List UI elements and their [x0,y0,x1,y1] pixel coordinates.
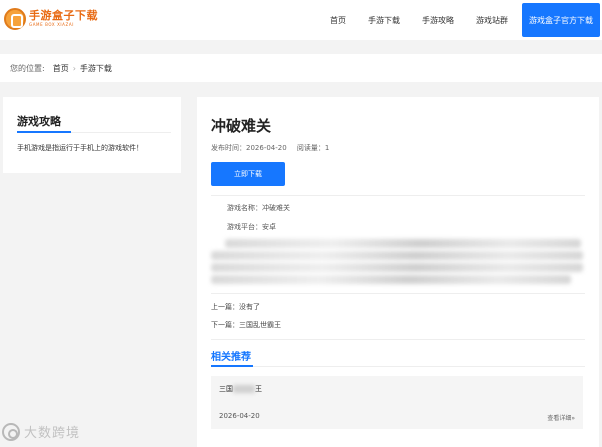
sidebar-title: 游戏攻略 [17,115,61,128]
publish-time: 发布时间：2026-04-20 [211,144,287,152]
download-now-button[interactable]: 立即下载 [211,162,285,186]
related-divider [211,366,585,367]
sidebar-description: 手机游戏是指运行于手机上的游戏软件！ [17,144,143,152]
logo-subtitle: GAME BOX XIAZAI [29,22,74,27]
related-title: 相关推荐 [211,352,251,363]
sidebar-title-underline [17,131,71,133]
breadcrumb-prefix: 您的位置: [10,63,45,73]
breadcrumb: 您的位置: 首页 › 手游下载 [0,54,602,82]
site-logo[interactable]: 手游盒子下载 GAME BOX XIAZAI [4,8,98,30]
watermark-logo-icon [2,422,20,441]
breadcrumb-current[interactable]: 手游下载 [80,63,112,74]
nav-home[interactable]: 首页 [330,15,346,26]
sidebar-guides: 游戏攻略 手机游戏是指运行于手机上的游戏软件！ [3,97,181,173]
official-download-button[interactable]: 游戏盒子官方下载 [522,3,600,37]
watermark-text: 大数跨境 [24,426,81,441]
content-divider [211,195,585,196]
watermark: 大数跨境 [2,422,80,441]
nav-game-guides[interactable]: 手游攻略 [422,15,454,26]
game-platform: 游戏平台：安卓 [227,223,276,231]
breadcrumb-separator-icon: › [72,63,76,73]
related-title-underline [211,365,253,367]
article-panel: 冲破难关 发布时间：2026-04-20 阅读量：1 立即下载 游戏名称：冲破难… [197,97,599,447]
nav-game-download[interactable]: 手游下载 [368,15,400,26]
related-card-title[interactable]: 三国王 [219,384,262,394]
next-article-link[interactable]: 下一篇：三国乱世霸王 [211,320,281,330]
breadcrumb-home[interactable]: 首页 [53,63,69,74]
blurred-description [211,237,585,287]
content-divider [211,339,585,340]
game-name: 游戏名称：冲破难关 [227,204,290,212]
main-nav: 首页 手游下载 手游攻略 游戏站群 游戏盒子官方下载 [330,0,602,40]
content-divider [211,293,585,294]
related-card-date: 2026-04-20 [219,412,260,420]
related-card[interactable]: 三国王 2026-04-20 查看详细» [211,376,583,429]
related-card-more-link[interactable]: 查看详细» [547,413,575,422]
article-title: 冲破难关 [211,117,272,135]
prev-article-link[interactable]: 上一篇：没有了 [211,302,260,312]
article-meta: 发布时间：2026-04-20 阅读量：1 [211,143,337,153]
logo-title: 手游盒子下载 [29,9,98,22]
nav-game-sites[interactable]: 游戏站群 [476,15,508,26]
site-header: 手游盒子下载 GAME BOX XIAZAI 首页 手游下载 手游攻略 游戏站群… [0,0,602,40]
blurred-text [233,385,255,393]
logo-badge-icon [4,8,26,30]
view-count: 阅读量：1 [296,144,330,152]
